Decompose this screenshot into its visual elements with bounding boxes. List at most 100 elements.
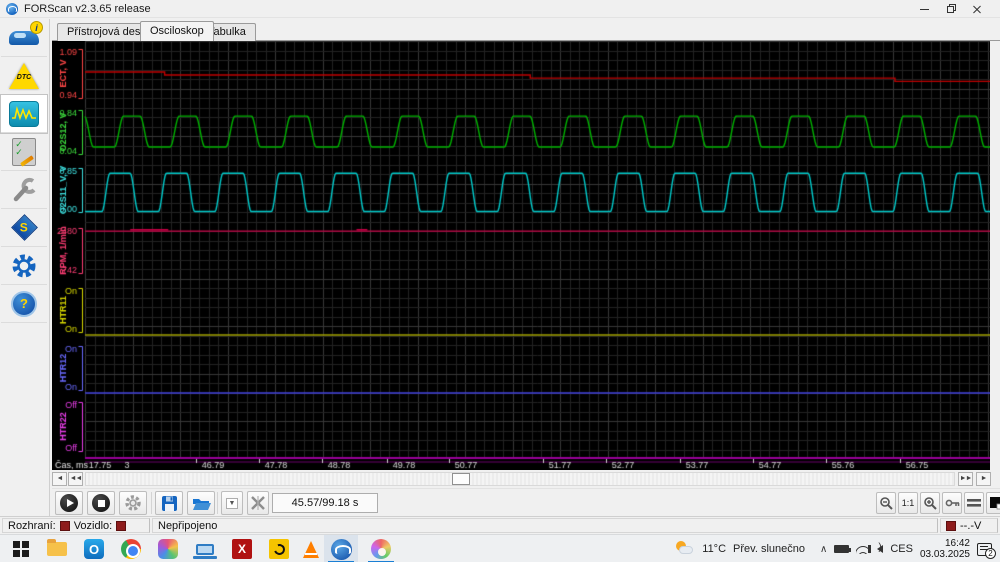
- key-icon: [945, 499, 959, 506]
- voltage-status-led: [946, 520, 956, 531]
- palette-icon: [371, 539, 391, 559]
- zoom-in-icon: [923, 496, 937, 510]
- tray-date: 03.03.2025: [919, 549, 970, 560]
- stop-icon: [92, 494, 110, 512]
- interface-label: Rozhraní:: [8, 519, 56, 532]
- sidebar-item-configuration[interactable]: S: [1, 209, 47, 247]
- black-square-icon: [990, 497, 1000, 510]
- open-button[interactable]: [187, 491, 215, 515]
- close-button[interactable]: [964, 0, 990, 18]
- system-tray: 11°C Přev. slunečno ∧ CES 16:42 03.03.20…: [675, 535, 1000, 562]
- vehicle-status-led: [116, 520, 127, 531]
- oscilloscope-plot[interactable]: [52, 41, 990, 470]
- minimize-button[interactable]: [912, 0, 938, 18]
- outlook-icon: O: [84, 539, 104, 559]
- restore-button[interactable]: [938, 0, 964, 18]
- self-test-icon: [12, 137, 36, 166]
- taskbar-photos[interactable]: [151, 535, 185, 562]
- photos-icon: [158, 539, 178, 559]
- battery-icon[interactable]: [834, 545, 852, 553]
- grid-lines-button[interactable]: [964, 492, 984, 514]
- language-indicator[interactable]: CES: [890, 543, 913, 555]
- playback-time-display: 45.57/99.18 s: [272, 493, 378, 513]
- service-icon: [13, 177, 36, 201]
- forscan-icon: [330, 538, 352, 560]
- clear-markers-button[interactable]: [247, 491, 269, 515]
- taskbar-paint-app[interactable]: [364, 535, 398, 562]
- taskbar-pdf-xchange[interactable]: X: [225, 535, 259, 562]
- connection-cell: Rozhraní: Vozidlo:: [2, 518, 150, 533]
- notification-badge: 2: [985, 547, 996, 559]
- taskbar-outlook[interactable]: O: [77, 535, 111, 562]
- taskbar-sync-tool[interactable]: [262, 535, 296, 562]
- oscilloscope-icon: [9, 100, 39, 127]
- titlebar: FORScan v2.3.65 release: [0, 0, 1000, 18]
- sidebar-item-self-test[interactable]: [1, 133, 47, 171]
- window-title: FORScan v2.3.65 release: [24, 3, 151, 15]
- sidebar-item-help[interactable]: ?: [1, 285, 47, 323]
- taskbar-remote-pc[interactable]: [188, 535, 222, 562]
- windows-logo-icon: [13, 541, 29, 557]
- volume-icon[interactable]: [868, 542, 884, 553]
- taskbar: O X 11°C Přev. slunečno ∧ CES 16:42 03.0…: [0, 534, 1000, 562]
- play-icon: [60, 494, 78, 512]
- configuration-icon: S: [10, 214, 38, 241]
- scope-toolbar: ▼ 45.57/99.18 s 1:1: [52, 488, 1000, 516]
- channel-dropdown[interactable]: ▼: [221, 491, 243, 515]
- scroll-right-fast-button[interactable]: ►►: [958, 472, 973, 486]
- zoom-out-button[interactable]: [876, 492, 896, 514]
- tab-bar: Přístrojová deska Osciloskop Tabulka: [52, 20, 1000, 41]
- scroll-left-button[interactable]: ◄: [52, 472, 67, 486]
- taskbar-chrome[interactable]: [114, 535, 148, 562]
- background-color-button[interactable]: [986, 492, 1000, 514]
- zoom-out-icon: [879, 496, 893, 510]
- chrome-icon: [121, 539, 141, 559]
- forscan-logo-icon: [6, 3, 18, 15]
- forscan-window: FORScan v2.3.65 release i DTC S: [0, 0, 1000, 562]
- open-folder-icon: [192, 498, 211, 510]
- oscilloscope-panel: [52, 41, 990, 470]
- taskbar-forscan[interactable]: [324, 535, 358, 562]
- scroll-right-button[interactable]: ►: [976, 472, 991, 486]
- save-button[interactable]: [155, 491, 183, 515]
- sidebar: i DTC S ?: [0, 19, 50, 516]
- sidebar-item-oscilloscope[interactable]: [0, 94, 48, 134]
- chevron-down-icon: ▼: [225, 497, 239, 509]
- scroll-left-fast-button[interactable]: ◄◄: [68, 472, 83, 486]
- play-button[interactable]: [55, 491, 83, 515]
- zoom-reset-button[interactable]: 1:1: [898, 492, 918, 514]
- stop-button[interactable]: [87, 491, 115, 515]
- record-settings-button[interactable]: [119, 491, 147, 515]
- taskbar-vlc[interactable]: [294, 535, 328, 562]
- help-icon: ?: [11, 290, 37, 317]
- tray-expand-chevron-icon[interactable]: ∧: [820, 544, 827, 555]
- weather-description[interactable]: Přev. slunečno: [733, 543, 805, 555]
- gear-icon: [125, 495, 141, 511]
- start-button[interactable]: [4, 535, 38, 562]
- horizontal-scrollbar: ◄ ◄◄ ►► ►: [52, 471, 1000, 488]
- weather-icon[interactable]: [675, 541, 695, 557]
- vlc-cone-icon: [303, 540, 319, 558]
- taskbar-file-explorer[interactable]: [40, 535, 74, 562]
- measure-tool-button[interactable]: [942, 492, 962, 514]
- battery-voltage: --.-V: [960, 519, 982, 532]
- status-bar: Rozhraní: Vozidlo: Nepřipojeno --.-V: [0, 516, 1000, 534]
- sidebar-item-dtc[interactable]: DTC: [1, 57, 47, 95]
- clock[interactable]: 16:42 03.03.2025: [920, 538, 970, 560]
- voltage-cell: --.-V: [940, 518, 998, 533]
- scrollbar-track[interactable]: [85, 472, 955, 486]
- save-icon: [161, 495, 177, 511]
- status-message-cell: Nepřipojeno: [152, 518, 938, 533]
- zoom-in-button[interactable]: [920, 492, 940, 514]
- tab-osciloskop[interactable]: Osciloskop: [140, 21, 214, 41]
- sidebar-item-service[interactable]: [1, 171, 47, 209]
- notification-center-icon[interactable]: 2: [977, 542, 996, 559]
- dtc-icon: DTC: [9, 62, 39, 89]
- sync-icon: [269, 539, 289, 559]
- weather-temperature[interactable]: 11°C: [702, 543, 726, 555]
- sidebar-item-vehicle-info[interactable]: i: [1, 19, 47, 57]
- scrollbar-thumb[interactable]: [452, 473, 470, 485]
- tray-time: 16:42: [944, 538, 970, 549]
- connection-status: Nepřipojeno: [158, 519, 218, 532]
- sidebar-item-settings[interactable]: [1, 247, 47, 285]
